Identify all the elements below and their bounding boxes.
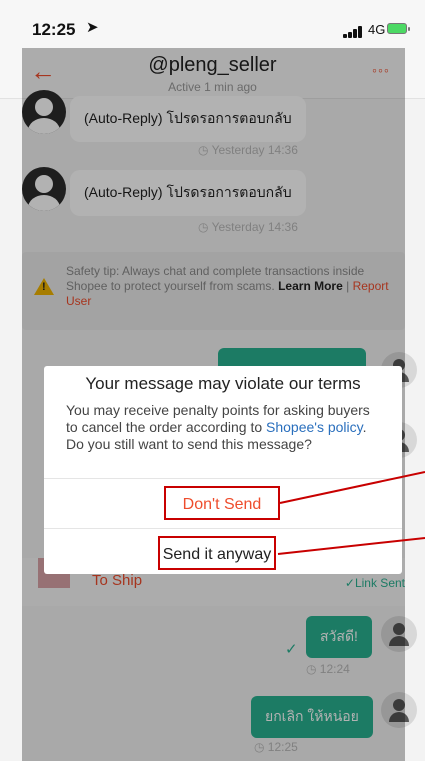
send-anyway-button[interactable]: Send it anyway	[158, 536, 276, 570]
dialog-body: You may receive penalty points for askin…	[66, 402, 382, 453]
divider	[44, 478, 402, 479]
policy-link[interactable]: Shopee's policy	[266, 419, 363, 435]
chat-screen: 12:25 ➤ 4G ← @pleng_seller Active 1 min …	[0, 0, 425, 761]
dont-send-button[interactable]: Don't Send	[164, 486, 280, 520]
status-time: 12:25	[32, 20, 76, 39]
location-arrow-icon: ➤	[86, 19, 99, 36]
status-bar: 12:25 ➤ 4G	[0, 0, 425, 48]
dialog-title: Your message may violate our terms	[85, 374, 361, 393]
battery-icon	[387, 23, 410, 34]
network-type: 4G	[368, 22, 386, 37]
divider	[44, 528, 402, 529]
warning-dialog: Your message may violate our terms You m…	[44, 366, 402, 574]
signal-icon	[343, 26, 367, 38]
